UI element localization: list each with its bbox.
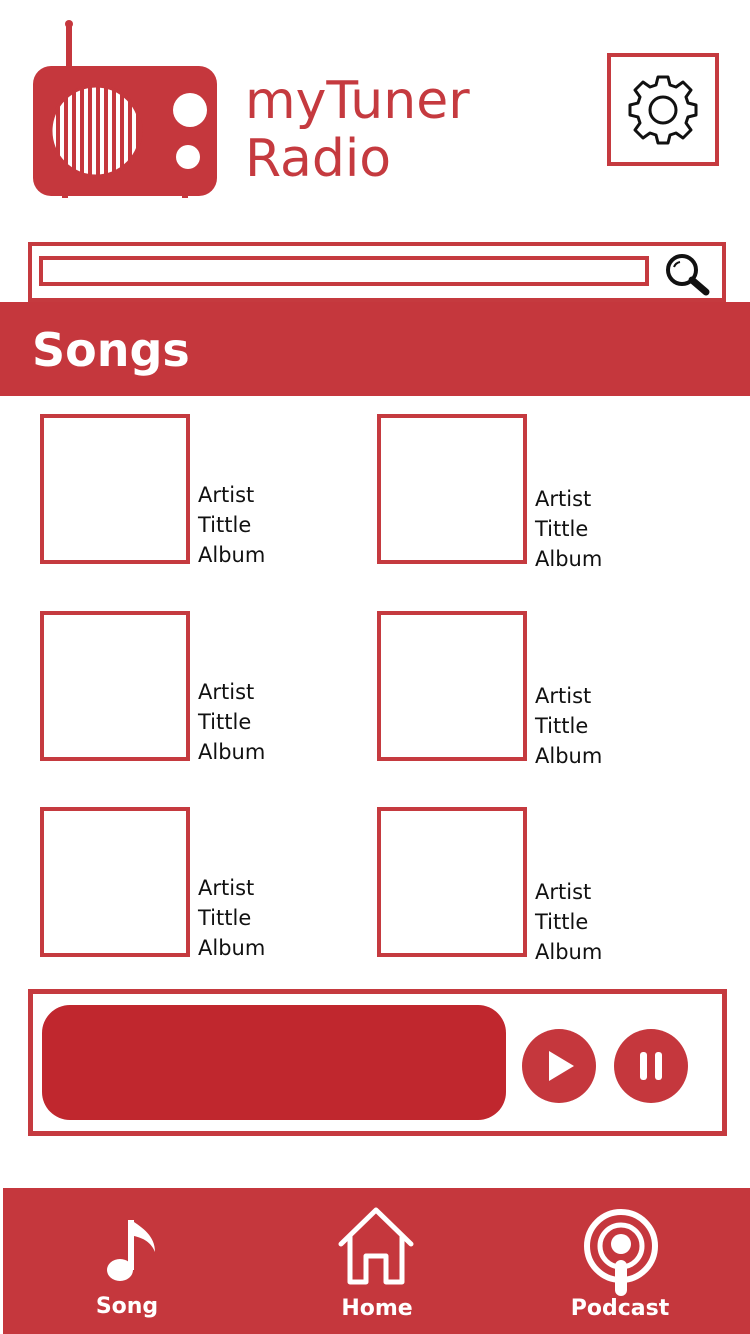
album-cover [377, 414, 527, 564]
brand-name: myTuner [245, 71, 470, 131]
search-icon [666, 254, 710, 296]
song-meta: Artist Tittle Album [198, 873, 265, 963]
search-input[interactable] [39, 256, 649, 286]
settings-button[interactable] [607, 53, 719, 166]
gear-icon [628, 75, 698, 144]
song-album: Album [198, 936, 266, 960]
media-player [28, 989, 727, 1136]
song-title: Tittle [535, 714, 589, 738]
nav-song[interactable]: Song [63, 1188, 191, 1334]
song-meta: Artist Tittle Album [535, 681, 602, 771]
song-title: Tittle [198, 710, 252, 734]
pause-icon [640, 1052, 662, 1080]
song-card[interactable]: Artist Tittle Album [377, 807, 697, 967]
song-meta: Artist Tittle Album [198, 480, 265, 570]
song-artist: Artist [198, 876, 255, 900]
song-album: Album [535, 940, 603, 964]
podcast-icon [584, 1209, 658, 1296]
play-button[interactable] [522, 1029, 596, 1103]
radio-icon [33, 20, 217, 198]
nav-podcast[interactable]: Podcast [556, 1188, 684, 1334]
song-card[interactable]: Artist Tittle Album [40, 807, 360, 967]
song-artist: Artist [535, 487, 592, 511]
brand-subtitle: Radio [245, 129, 392, 189]
song-meta: Artist Tittle Album [535, 877, 602, 967]
search-bar [28, 242, 726, 302]
song-card[interactable]: Artist Tittle Album [40, 414, 360, 574]
songs-section-header: Songs [0, 302, 750, 396]
album-cover [40, 414, 190, 564]
song-card[interactable]: Artist Tittle Album [377, 611, 697, 771]
album-cover [40, 611, 190, 761]
bottom-navigation: Song Home Podcast [3, 1188, 750, 1334]
album-cover [377, 611, 527, 761]
nav-home[interactable]: Home [313, 1188, 441, 1334]
pause-button[interactable] [614, 1029, 688, 1103]
song-album: Album [535, 547, 603, 571]
song-title: Tittle [198, 906, 252, 930]
song-meta: Artist Tittle Album [535, 484, 602, 574]
home-icon [338, 1207, 414, 1285]
nav-song-label: Song [95, 1294, 159, 1319]
song-artist: Artist [198, 680, 255, 704]
song-album: Album [198, 543, 266, 567]
song-card[interactable]: Artist Tittle Album [377, 414, 697, 574]
now-playing-bar[interactable] [42, 1005, 506, 1120]
nav-home-label: Home [341, 1296, 413, 1321]
section-title: Songs [32, 323, 190, 377]
song-title: Tittle [535, 910, 589, 934]
song-title: Tittle [535, 517, 589, 541]
album-cover [40, 807, 190, 957]
play-icon [549, 1051, 574, 1081]
song-album: Album [535, 744, 603, 768]
song-artist: Artist [535, 684, 592, 708]
song-artist: Artist [198, 483, 255, 507]
song-album: Album [198, 740, 266, 764]
search-button[interactable] [662, 250, 712, 298]
song-artist: Artist [535, 880, 592, 904]
song-meta: Artist Tittle Album [198, 677, 265, 767]
song-card[interactable]: Artist Tittle Album [40, 611, 360, 771]
app-logo [30, 20, 218, 200]
music-note-icon [107, 1220, 155, 1281]
album-cover [377, 807, 527, 957]
nav-podcast-label: Podcast [570, 1296, 670, 1321]
song-title: Tittle [198, 513, 252, 537]
